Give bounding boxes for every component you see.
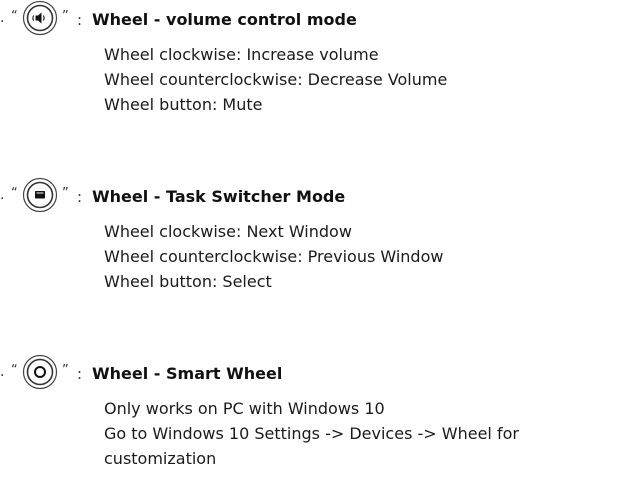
- quote-open: “: [11, 186, 18, 201]
- description-line: Wheel counterclockwise: Decrease Volume: [104, 70, 448, 89]
- mode-description: Wheel clockwise: Increase volume Wheel c…: [104, 42, 619, 117]
- description-line: Wheel button: Select: [104, 272, 272, 291]
- bullet: ·: [0, 191, 5, 207]
- bullet: ·: [0, 14, 5, 30]
- colon: :: [77, 11, 83, 29]
- mode-description: Only works on PC with Windows 10 Go to W…: [104, 396, 619, 471]
- description-line: Wheel counterclockwise: Previous Window: [104, 247, 444, 266]
- mode-title: Wheel - volume control mode: [92, 10, 357, 29]
- mode-description: Wheel clockwise: Next Window Wheel count…: [104, 219, 619, 294]
- description-line: customization: [104, 449, 217, 468]
- description-line: Only works on PC with Windows 10: [104, 399, 385, 418]
- quote-close: ”: [62, 186, 69, 201]
- colon: :: [77, 188, 83, 206]
- description-line: Wheel button: Mute: [104, 95, 263, 114]
- mode-title: Wheel - Task Switcher Mode: [92, 187, 346, 206]
- smart-wheel-icon: [22, 354, 58, 390]
- quote-open: “: [11, 9, 18, 24]
- quote-close: ”: [62, 363, 69, 378]
- mode-title: Wheel - Smart Wheel: [92, 364, 283, 383]
- quote-close: ”: [62, 9, 69, 24]
- quote-open: “: [11, 363, 18, 378]
- window-icon: [22, 177, 58, 213]
- description-line: Wheel clockwise: Next Window: [104, 222, 352, 241]
- colon: :: [77, 365, 83, 383]
- description-line: Wheel clockwise: Increase volume: [104, 45, 379, 64]
- bullet: ·: [0, 368, 5, 384]
- speaker-icon: [22, 0, 58, 36]
- description-line: Go to Windows 10 Settings -> Devices -> …: [104, 424, 519, 443]
